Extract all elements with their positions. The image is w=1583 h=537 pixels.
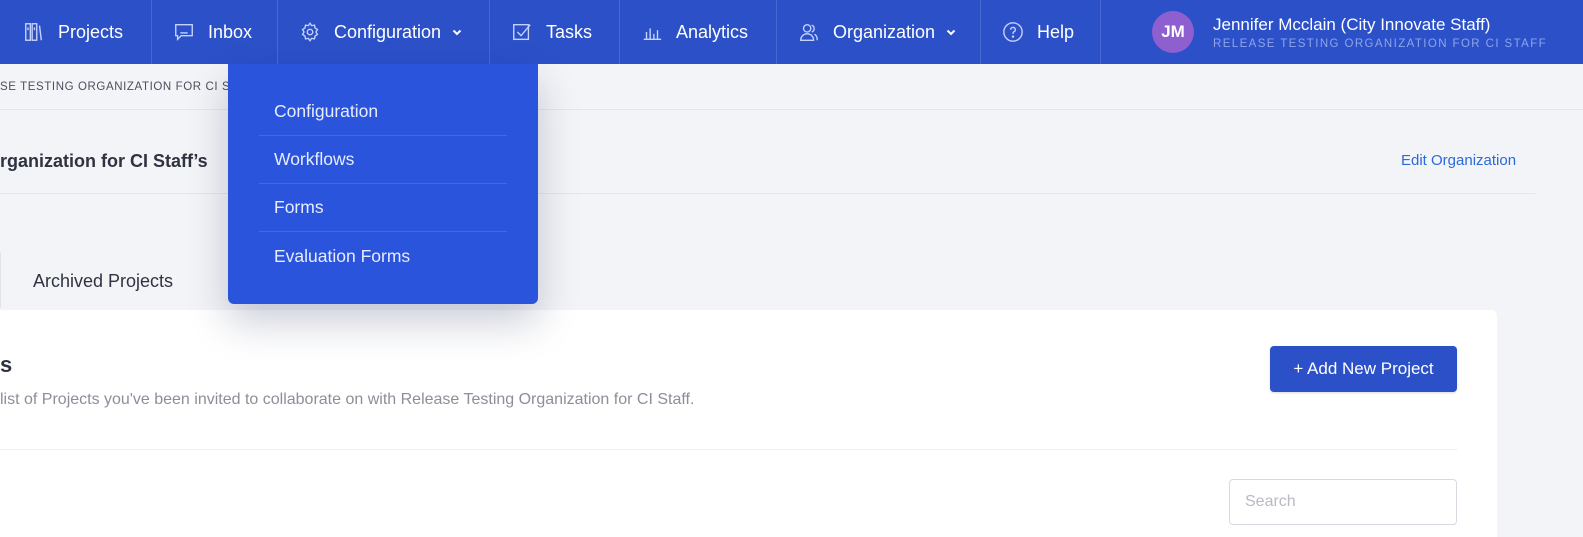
- nav-organization[interactable]: Organization: [777, 0, 981, 64]
- dropdown-item-configuration[interactable]: Configuration: [259, 88, 507, 136]
- projects-icon: [22, 20, 46, 44]
- dropdown-item-forms[interactable]: Forms: [259, 184, 507, 232]
- avatar[interactable]: JM: [1152, 11, 1194, 53]
- edit-organization-link[interactable]: Edit Organization: [1401, 152, 1516, 169]
- user-menu[interactable]: JM Jennifer Mcclain (City Innovate Staff…: [1152, 0, 1547, 64]
- bar-chart-icon: [640, 20, 664, 44]
- tab-archived-projects[interactable]: Archived Projects: [33, 271, 173, 292]
- user-organization: RELEASE TESTING ORGANIZATION FOR CI STAF…: [1213, 37, 1548, 50]
- nav-inbox[interactable]: Inbox: [152, 0, 278, 64]
- nav-configuration[interactable]: Configuration: [278, 0, 490, 64]
- nav-tasks[interactable]: Tasks: [490, 0, 620, 64]
- nav-projects[interactable]: Projects: [0, 0, 152, 64]
- card-description: list of Projects you've been invited to …: [0, 391, 695, 408]
- nav-projects-label: Projects: [58, 21, 124, 42]
- dropdown-item-evaluation-forms[interactable]: Evaluation Forms: [259, 232, 507, 280]
- nav-organization-label: Organization: [833, 21, 936, 42]
- nav-inbox-label: Inbox: [208, 21, 253, 42]
- dropdown-item-workflows[interactable]: Workflows: [259, 136, 507, 184]
- breadcrumb[interactable]: SE TESTING ORGANIZATION FOR CI ST: [0, 81, 238, 93]
- nav-configuration-label: Configuration: [334, 21, 442, 42]
- top-nav: Projects Inbox Configuration Tasks Analy…: [0, 0, 1583, 64]
- chevron-down-icon: [451, 26, 463, 38]
- divider: [0, 449, 1457, 450]
- chevron-down-icon: [945, 26, 957, 38]
- tab-divider: [0, 252, 1, 308]
- card-title: s: [0, 352, 13, 377]
- user-name: Jennifer Mcclain (City Innovate Staff): [1213, 14, 1491, 34]
- inbox-icon: [172, 20, 196, 44]
- nav-help[interactable]: Help: [981, 0, 1101, 64]
- configuration-dropdown: Configuration Workflows Forms Evaluation…: [228, 64, 538, 304]
- users-icon: [797, 20, 821, 44]
- nav-help-label: Help: [1037, 21, 1075, 42]
- help-icon: [1001, 20, 1025, 44]
- nav-analytics[interactable]: Analytics: [620, 0, 777, 64]
- user-info: Jennifer Mcclain (City Innovate Staff) R…: [1213, 15, 1547, 50]
- search-input[interactable]: [1229, 479, 1457, 525]
- nav-analytics-label: Analytics: [676, 21, 749, 42]
- nav-tasks-label: Tasks: [546, 21, 593, 42]
- add-new-project-button[interactable]: + Add New Project: [1270, 346, 1457, 392]
- gear-icon: [298, 20, 322, 44]
- checkbox-icon: [510, 20, 534, 44]
- page-title: rganization for CI Staff’s: [0, 151, 208, 171]
